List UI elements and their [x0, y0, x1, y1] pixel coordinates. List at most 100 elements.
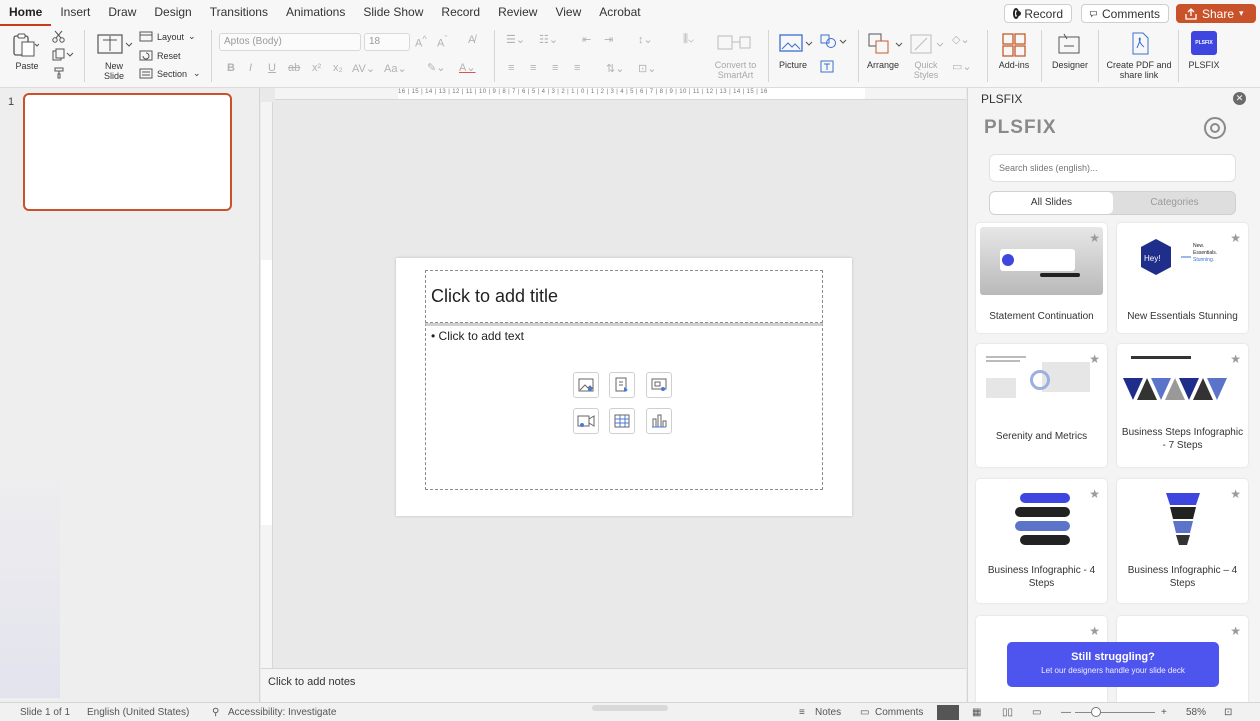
star-icon[interactable]: ★ — [1089, 487, 1100, 501]
superscript-icon[interactable]: x² — [312, 62, 321, 74]
zoom-slider-thumb[interactable] — [1091, 707, 1102, 717]
comments-button[interactable]: Comments — [1081, 4, 1169, 23]
format-painter-icon[interactable] — [53, 66, 66, 79]
columns-icon[interactable]: ⫼⌄ — [683, 33, 694, 46]
notes-button[interactable]: Notes — [815, 707, 841, 718]
notes-area[interactable]: Click to add notes — [261, 668, 966, 702]
character-spacing-icon[interactable]: AV⌄ — [352, 62, 375, 75]
reading-view-icon[interactable]: ▯▯ — [1002, 707, 1013, 718]
chevron-down-icon[interactable]: ▾ — [1239, 8, 1244, 19]
font-name-field[interactable]: Aptos (Body) — [219, 33, 361, 51]
segment-all-slides[interactable]: All Slides — [990, 192, 1113, 214]
normal-view-icon[interactable] — [937, 705, 959, 720]
tab-review[interactable]: Review — [489, 0, 546, 26]
record-button[interactable]: Record — [1004, 4, 1072, 23]
increase-font-icon[interactable]: A^ — [415, 34, 427, 50]
bold-icon[interactable]: B — [227, 62, 235, 74]
slide-thumbnail[interactable] — [23, 93, 232, 211]
slide-sorter-icon[interactable]: ▦ — [972, 707, 981, 718]
star-icon[interactable]: ★ — [1230, 231, 1241, 245]
insert-picture-icon[interactable] — [573, 372, 599, 398]
subscript-icon[interactable]: x₂ — [333, 62, 343, 74]
gear-icon[interactable] — [1204, 117, 1226, 139]
star-icon[interactable]: ★ — [1230, 487, 1241, 501]
tab-acrobat[interactable]: Acrobat — [590, 0, 649, 26]
star-icon[interactable]: ★ — [1089, 352, 1100, 366]
smartart-icon[interactable] — [716, 33, 756, 53]
slide-canvas[interactable]: Click to add title • Click to add text — [396, 258, 852, 516]
share-button[interactable]: Share ▾ — [1176, 4, 1256, 23]
add-ins-icon[interactable] — [1001, 32, 1027, 58]
tab-home[interactable]: Home — [0, 0, 52, 26]
paste-icon[interactable] — [11, 32, 39, 58]
tab-view[interactable]: View — [546, 0, 590, 26]
chevron-down-icon[interactable]: ⌄ — [193, 68, 201, 78]
numbering-icon[interactable]: ☷⌄ — [539, 33, 558, 46]
section-icon[interactable] — [139, 68, 153, 79]
align-center-icon[interactable]: ≡ — [530, 62, 536, 74]
template-card[interactable]: ★ Statement Continuation — [976, 223, 1107, 333]
title-placeholder[interactable]: Click to add title — [425, 270, 823, 323]
segment-categories[interactable]: Categories — [1113, 192, 1236, 214]
align-left-icon[interactable]: ≡ — [508, 62, 514, 74]
line-spacing-icon[interactable]: ↕⌄ — [638, 33, 653, 46]
justify-icon[interactable]: ≡ — [574, 62, 580, 74]
underline-icon[interactable]: U — [268, 62, 276, 74]
insert-icons-icon[interactable] — [609, 372, 635, 398]
copy-icon[interactable] — [52, 48, 74, 61]
convert-smartart-label[interactable]: Convert to SmartArt — [708, 60, 763, 80]
insert-video-icon[interactable] — [573, 408, 599, 434]
zoom-out-icon[interactable]: — — [1061, 707, 1071, 718]
accessibility-status[interactable]: Accessibility: Investigate — [228, 707, 336, 718]
designer-icon[interactable] — [1056, 32, 1082, 56]
zoom-in-icon[interactable]: + — [1161, 707, 1167, 718]
close-icon[interactable]: ✕ — [1233, 92, 1246, 105]
tab-animations[interactable]: Animations — [277, 0, 354, 26]
insert-chart-icon[interactable] — [646, 408, 672, 434]
template-card[interactable]: Hey! New. Essentials. Stunning. ★ New Esse… — [1117, 223, 1248, 333]
tab-design[interactable]: Design — [145, 0, 200, 26]
zoom-slider[interactable] — [1075, 712, 1155, 713]
tab-draw[interactable]: Draw — [99, 0, 145, 26]
shape-fill-icon[interactable]: ◇⌄ — [952, 33, 970, 46]
design-help-banner[interactable]: Still struggling? Let our designers hand… — [1007, 642, 1219, 687]
picture-icon[interactable] — [779, 34, 813, 54]
change-case-icon[interactable]: Aa⌄ — [384, 62, 407, 75]
italic-icon[interactable]: I — [249, 62, 252, 74]
template-card[interactable]: ★ Business Infographic – 4 Steps — [1117, 479, 1248, 603]
tab-record[interactable]: Record — [432, 0, 489, 26]
clear-formatting-icon[interactable]: A̸ — [468, 34, 475, 46]
text-box-icon[interactable] — [820, 60, 834, 73]
shape-outline-icon[interactable]: ▭⌄ — [952, 60, 972, 73]
zoom-level[interactable]: 58% — [1186, 707, 1206, 718]
insert-table-icon[interactable] — [609, 408, 635, 434]
decrease-font-icon[interactable]: Aˇ — [437, 34, 447, 50]
template-card[interactable]: ★ Serenity and Metrics — [976, 344, 1107, 467]
slideshow-icon[interactable]: ▭ — [1032, 707, 1041, 718]
star-icon[interactable]: ★ — [1089, 231, 1100, 245]
shapes-icon[interactable] — [820, 34, 848, 49]
content-placeholder[interactable]: • Click to add text — [425, 323, 823, 490]
highlight-icon[interactable]: ✎⌄ — [427, 61, 445, 74]
comments-status-button[interactable]: Comments — [875, 707, 923, 718]
template-card[interactable]: ★ Business Infographic - 4 Steps — [976, 479, 1107, 603]
horizontal-scrollbar[interactable] — [592, 705, 668, 711]
plsfix-logo-icon[interactable]: PLSFIX — [1191, 31, 1217, 55]
pdf-icon[interactable] — [1129, 32, 1151, 56]
new-slide-icon[interactable] — [97, 32, 133, 56]
star-icon[interactable]: ★ — [1230, 352, 1241, 366]
language-status[interactable]: English (United States) — [87, 707, 189, 718]
bullets-icon[interactable]: ☰⌄ — [506, 33, 525, 46]
cut-icon[interactable] — [52, 30, 66, 43]
text-direction-icon[interactable]: ⇅⌄ — [606, 62, 624, 75]
fit-slide-icon[interactable]: ⊡ — [1224, 707, 1232, 718]
tab-slide-show[interactable]: Slide Show — [354, 0, 432, 26]
decrease-indent-icon[interactable]: ⇤ — [582, 33, 591, 46]
quick-styles-icon[interactable] — [909, 32, 947, 56]
chevron-down-icon[interactable]: ⌄ — [188, 31, 196, 41]
increase-indent-icon[interactable]: ⇥ — [604, 33, 613, 46]
font-size-field[interactable]: 18 — [364, 33, 410, 51]
tab-insert[interactable]: Insert — [51, 0, 99, 26]
arrange-icon[interactable] — [867, 32, 907, 56]
layout-label[interactable]: Layout — [157, 32, 184, 42]
